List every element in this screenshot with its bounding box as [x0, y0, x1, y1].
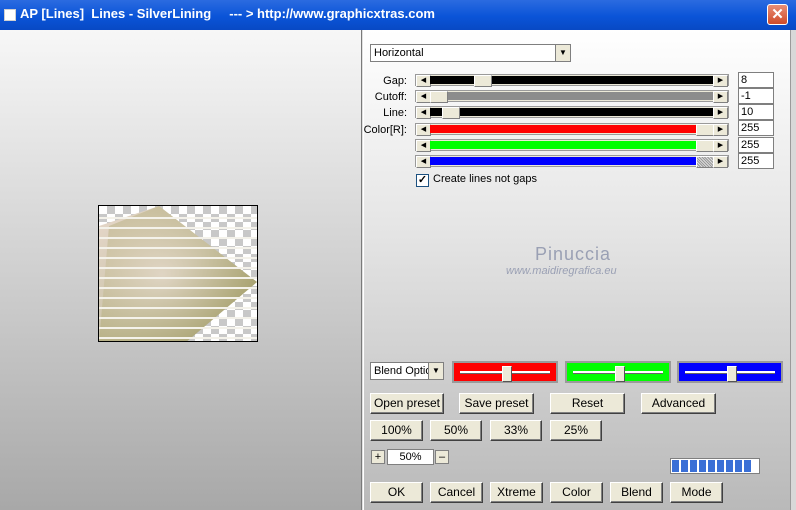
blue-blend-slider[interactable] — [677, 361, 783, 383]
color-b-track — [430, 157, 696, 165]
color-g-thumb[interactable] — [696, 140, 714, 152]
color-b-value[interactable]: 255 — [738, 153, 774, 169]
blend-options-value: Blend Optio — [374, 365, 432, 377]
color-r-track — [430, 125, 696, 133]
green-blend-knob[interactable] — [615, 366, 625, 382]
zoom-100-button[interactable]: 100% — [370, 420, 423, 441]
progress-cell — [726, 460, 733, 472]
color-g-value[interactable]: 255 — [738, 137, 774, 153]
panel-scrollbar[interactable] — [790, 30, 796, 510]
save-preset-button[interactable]: Save preset — [459, 393, 534, 414]
line-thumb[interactable] — [442, 107, 460, 119]
progress-cell — [672, 460, 679, 472]
watermark-name: Pinuccia — [535, 244, 612, 264]
color-r-slider[interactable]: ◀ ▶ — [415, 123, 729, 136]
zoom-25-button[interactable]: 25% — [550, 420, 602, 441]
progress-cell — [744, 460, 751, 472]
arrow-right-icon[interactable]: ▶ — [713, 107, 728, 119]
gap-value[interactable]: 8 — [738, 72, 774, 88]
create-lines-label: Create lines not gaps — [433, 173, 537, 185]
arrow-right-icon[interactable]: ▶ — [713, 75, 728, 87]
zoom-33-button[interactable]: 33% — [490, 420, 542, 441]
blend-options-dropdown[interactable]: Blend Optio ▼ — [370, 362, 444, 380]
progress-cell — [717, 460, 724, 472]
arrow-left-icon[interactable]: ◀ — [416, 124, 431, 136]
arrow-right-icon[interactable]: ▶ — [713, 124, 728, 136]
cutoff-thumb[interactable] — [430, 91, 448, 103]
zoom-in-button[interactable]: + — [371, 450, 385, 464]
zoom-value[interactable]: 50% — [387, 449, 434, 465]
ok-button[interactable]: OK — [370, 482, 423, 503]
arrow-right-icon[interactable]: ▶ — [713, 156, 728, 168]
cutoff-value[interactable]: -1 — [738, 88, 774, 104]
progress-cell — [690, 460, 697, 472]
color-r-thumb[interactable] — [696, 124, 714, 136]
chevron-down-icon[interactable]: ▼ — [555, 45, 570, 61]
direction-dropdown[interactable]: Horizontal ▼ — [370, 44, 571, 62]
gap-slider[interactable]: ◀ ▶ — [415, 74, 729, 87]
red-blend-knob[interactable] — [502, 366, 512, 382]
green-blend-slider[interactable] — [565, 361, 671, 383]
color-button[interactable]: Color — [550, 482, 603, 503]
cancel-button[interactable]: Cancel — [430, 482, 483, 503]
color-g-slider[interactable]: ◀ ▶ — [415, 139, 729, 152]
line-label: Line: — [383, 107, 407, 119]
progress-cell — [681, 460, 688, 472]
arrow-right-icon[interactable]: ▶ — [713, 140, 728, 152]
blue-blend-knob[interactable] — [727, 366, 737, 382]
watermark-url: www.maidiregrafica.eu — [506, 265, 617, 277]
arrow-left-icon[interactable]: ◀ — [416, 156, 431, 168]
blend-button[interactable]: Blend — [610, 482, 663, 503]
gap-label: Gap: — [383, 75, 407, 87]
chevron-down-icon[interactable]: ▼ — [428, 363, 443, 379]
create-lines-checkbox[interactable]: ✓ — [416, 174, 429, 187]
preview-image[interactable] — [98, 205, 258, 342]
color-b-slider[interactable]: ◀ ▶ — [415, 155, 729, 168]
cutoff-track — [446, 92, 714, 100]
arrow-right-icon[interactable]: ▶ — [713, 91, 728, 103]
mode-button[interactable]: Mode — [670, 482, 723, 503]
cutoff-slider[interactable]: ◀ ▶ — [415, 90, 729, 103]
progress-cell — [708, 460, 715, 472]
window-icon — [4, 9, 16, 21]
cutoff-label: Cutoff: — [374, 91, 407, 103]
red-blend-slider[interactable] — [452, 361, 558, 383]
preview-artwork — [99, 206, 257, 341]
window-title: AP [Lines] Lines - SilverLining --- > ht… — [20, 6, 435, 21]
color-b-thumb[interactable] — [696, 156, 714, 168]
color-r-label: Color[R]: — [363, 124, 407, 136]
advanced-button[interactable]: Advanced — [641, 393, 716, 414]
progress-cell — [735, 460, 742, 472]
zoom-out-button[interactable]: – — [435, 450, 449, 464]
gap-track — [430, 76, 714, 84]
progress-bar — [670, 458, 760, 474]
zoom-50-button[interactable]: 50% — [430, 420, 482, 441]
gap-thumb[interactable] — [474, 75, 492, 87]
progress-cell — [699, 460, 706, 472]
open-preset-button[interactable]: Open preset — [370, 393, 444, 414]
arrow-left-icon[interactable]: ◀ — [416, 140, 431, 152]
line-value[interactable]: 10 — [738, 104, 774, 120]
arrow-left-icon[interactable]: ◀ — [416, 91, 431, 103]
color-g-track — [430, 141, 696, 149]
line-slider[interactable]: ◀ ▶ — [415, 106, 729, 119]
line-track — [430, 108, 714, 116]
color-r-value[interactable]: 255 — [738, 120, 774, 136]
arrow-left-icon[interactable]: ◀ — [416, 75, 431, 87]
close-button[interactable]: ✕ — [767, 4, 788, 25]
reset-button[interactable]: Reset — [550, 393, 625, 414]
xtreme-button[interactable]: Xtreme — [490, 482, 543, 503]
arrow-left-icon[interactable]: ◀ — [416, 107, 431, 119]
direction-value: Horizontal — [374, 47, 424, 59]
